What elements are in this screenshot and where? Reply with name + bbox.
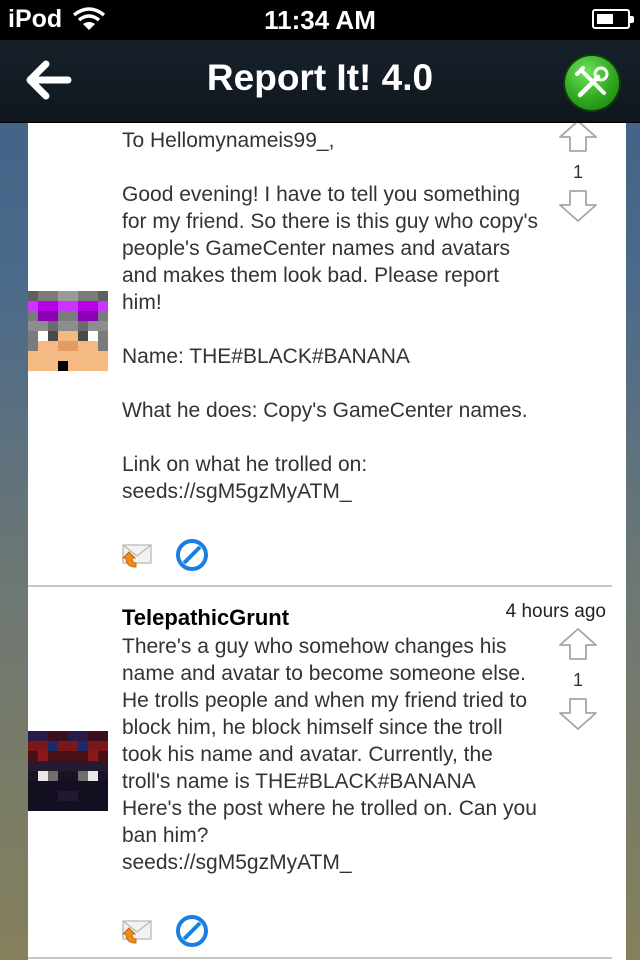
reply-envelope-icon[interactable] <box>122 917 152 945</box>
tools-icon <box>575 66 609 98</box>
clock: 11:34 AM <box>264 5 376 35</box>
post-body: To Hellomynameis99_, Good evening! I hav… <box>122 129 539 503</box>
vote-count: 1 <box>572 162 583 182</box>
status-bar: iPod 11:34 AM <box>0 0 640 40</box>
navigation-bar: Report It! 4.0 <box>0 40 640 123</box>
post-actions <box>122 915 209 947</box>
divider <box>28 585 612 587</box>
tools-button[interactable] <box>565 56 619 110</box>
post-time: 4 hours ago <box>505 601 606 622</box>
post-item: TelepathicGrunt 4 hours ago There's a gu… <box>28 589 626 960</box>
up-arrow-icon[interactable] <box>558 123 598 153</box>
reply-envelope-icon[interactable] <box>122 541 152 569</box>
vote-control: 1 <box>558 123 598 228</box>
post-author[interactable]: TelepathicGrunt <box>122 605 289 631</box>
divider <box>28 957 612 959</box>
down-arrow-icon[interactable] <box>558 697 598 731</box>
posts-list[interactable]: To Hellomynameis99_, Good evening! I hav… <box>28 123 626 960</box>
up-arrow-icon[interactable] <box>558 627 598 661</box>
page-title: Report It! 4.0 <box>206 57 434 98</box>
battery-icon <box>592 9 634 29</box>
post-actions <box>122 539 209 571</box>
ban-icon[interactable] <box>176 915 209 947</box>
vote-count: 1 <box>572 670 583 690</box>
avatar[interactable] <box>28 731 108 811</box>
down-arrow-icon[interactable] <box>558 189 598 223</box>
vote-control: 1 <box>558 627 598 736</box>
avatar[interactable] <box>28 291 108 371</box>
post-item: To Hellomynameis99_, Good evening! I hav… <box>28 123 626 585</box>
post-body: There's a guy who somehow changes his na… <box>122 635 537 874</box>
ban-icon[interactable] <box>176 539 209 571</box>
